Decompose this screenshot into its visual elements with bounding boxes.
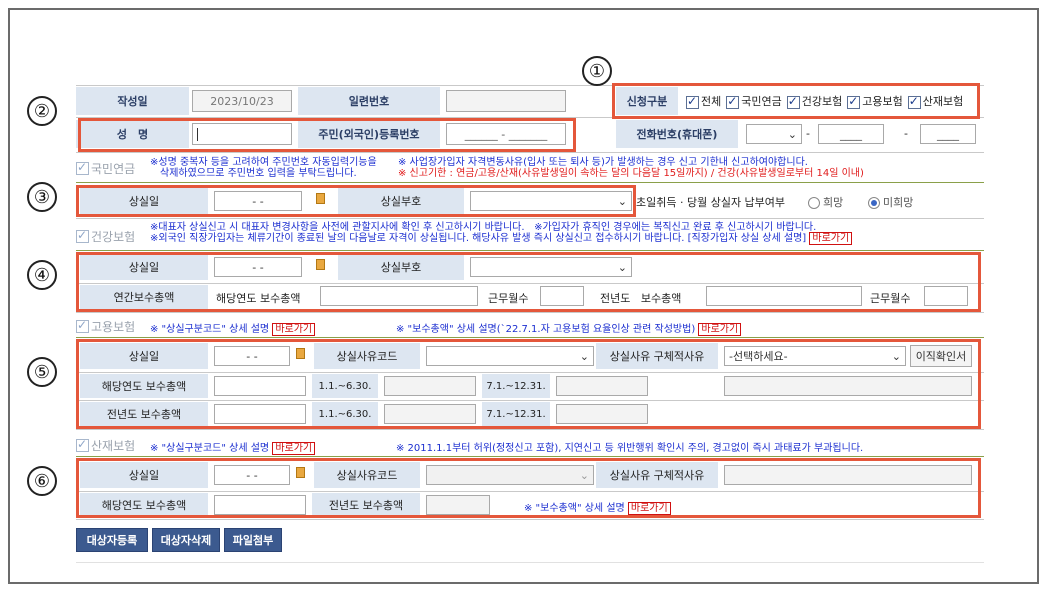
accident-section-header: 산재보험 bbox=[76, 437, 135, 454]
accident-note-1: ※ "상실구분코드" 상세 설명 바로가기 bbox=[150, 439, 316, 455]
date-label: 작성일 bbox=[76, 87, 189, 115]
pension-note-1: ※성명 중복자 등을 고려하여 주민번호 자동입력기능을 삭제하였으므로 주민번호… bbox=[150, 157, 377, 179]
health-section-header: 건강보험 bbox=[76, 228, 135, 245]
annotation-box-4 bbox=[76, 252, 981, 312]
pension-opt-yes[interactable]: 희망 bbox=[808, 194, 843, 210]
marker-3: ③ bbox=[27, 182, 57, 212]
employment-note-1: ※ "상실구분코드" 상세 설명 바로가기 bbox=[150, 320, 316, 336]
chevron-down-icon: ⌄ bbox=[787, 127, 797, 141]
serial-input[interactable] bbox=[446, 90, 566, 112]
header-bottom-line bbox=[76, 152, 984, 153]
annotation-box-5 bbox=[76, 339, 981, 429]
marker-1: ① bbox=[582, 56, 612, 86]
serial-label: 일련번호 bbox=[298, 87, 440, 115]
pension-bottom-line bbox=[76, 218, 984, 219]
marker-5: ⑤ bbox=[27, 357, 57, 387]
phone-dash-2: - bbox=[904, 127, 908, 140]
radio-icon[interactable] bbox=[868, 197, 880, 209]
register-target-button[interactable]: 대상자등록 bbox=[76, 528, 148, 552]
marker-2: ② bbox=[27, 96, 57, 126]
phone-label: 전화번호(휴대폰) bbox=[616, 120, 738, 148]
pension-top-line bbox=[76, 182, 984, 183]
annotation-box-3 bbox=[76, 185, 636, 217]
pension-opt-no[interactable]: 미희망 bbox=[868, 194, 913, 210]
pension-payment-label: 초일취득 · 당월 상실자 납부여부 bbox=[636, 196, 786, 209]
phone-dash-1: - bbox=[806, 127, 810, 140]
marker-6: ⑥ bbox=[27, 466, 57, 496]
employment-bottom-line bbox=[76, 429, 984, 430]
radio-icon[interactable] bbox=[808, 197, 820, 209]
accident-top-line bbox=[76, 456, 984, 457]
checkbox-icon[interactable] bbox=[76, 318, 89, 333]
accident-note-2: ※ 2011.1.1부터 허위(정정신고 포함), 지연신고 등 위반행위 확인… bbox=[396, 443, 864, 454]
list-header-line bbox=[76, 562, 984, 563]
phone-prefix-select[interactable]: ⌄ bbox=[746, 124, 802, 144]
employment-note-2: ※ "보수총액" 상세 설명(`22.7.1.자 고용보험 요율인상 관련 작성… bbox=[396, 320, 742, 336]
checkbox-icon[interactable] bbox=[76, 160, 89, 175]
marker-4: ④ bbox=[27, 260, 57, 290]
annotation-box-2 bbox=[78, 118, 576, 152]
accident-bottom-line bbox=[76, 519, 984, 520]
health-detail-link[interactable]: 바로가기 bbox=[809, 232, 853, 245]
employment-total-link[interactable]: 바로가기 bbox=[698, 323, 742, 336]
employment-code-link[interactable]: 바로가기 bbox=[272, 323, 316, 336]
accident-code-link[interactable]: 바로가기 bbox=[272, 442, 316, 455]
health-notes: ※대표자 상실신고 시 대표자 변경사항을 사전에 관할지사에 확인 후 신고하… bbox=[150, 222, 853, 245]
attach-file-button[interactable]: 파일첨부 bbox=[224, 528, 282, 552]
phone-mid-input[interactable]: ____ bbox=[818, 124, 884, 144]
checkbox-icon[interactable] bbox=[76, 228, 89, 243]
delete-target-button[interactable]: 대상자삭제 bbox=[152, 528, 220, 552]
pension-section-header: 국민연금 bbox=[76, 160, 135, 177]
health-top-line bbox=[76, 250, 984, 251]
phone-last-input[interactable]: ____ bbox=[920, 124, 976, 144]
annotation-box-1 bbox=[612, 83, 980, 119]
annotation-box-6 bbox=[76, 458, 981, 518]
checkbox-icon[interactable] bbox=[76, 437, 89, 452]
employment-section-header: 고용보험 bbox=[76, 318, 135, 335]
date-input[interactable]: 2023/10/23 bbox=[192, 90, 292, 112]
employment-top-line bbox=[76, 337, 984, 338]
pension-note-2: ※ 사업장가입자 자격변동사유(입사 또는 퇴사 등)가 발생하는 경우 신고 … bbox=[398, 157, 864, 179]
health-bottom-line bbox=[76, 312, 984, 313]
